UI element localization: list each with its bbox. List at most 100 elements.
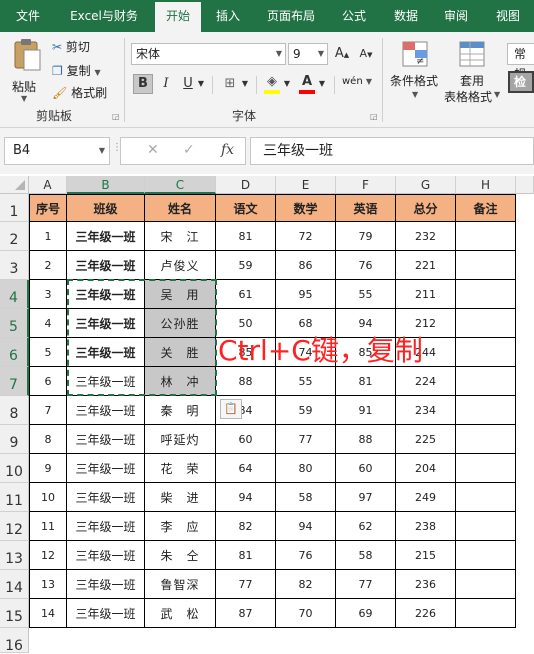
table-cell[interactable]: 94 [276, 512, 336, 541]
table-header-cell[interactable]: 总分 [396, 194, 456, 222]
row-header-14[interactable]: 14 [0, 570, 29, 599]
table-cell[interactable]: 249 [396, 483, 456, 512]
increase-font-size-button[interactable]: A▲ [332, 44, 352, 64]
table-cell[interactable]: 72 [276, 222, 336, 251]
tab-excel-finance[interactable]: Excel与财务 [62, 0, 146, 32]
row-header-5[interactable]: 5 [0, 309, 29, 338]
table-cell[interactable]: 87 [216, 599, 276, 628]
table-cell[interactable] [456, 454, 516, 483]
table-cell[interactable]: 秦 明 [145, 396, 216, 425]
format-painter-button[interactable]: 🖌 格式刷 [52, 84, 107, 101]
table-cell[interactable]: 9 [29, 454, 67, 483]
table-cell[interactable]: 10 [29, 483, 67, 512]
table-cell[interactable]: 3 [29, 280, 67, 309]
table-cell[interactable]: 80 [276, 454, 336, 483]
column-header-h[interactable]: H [456, 176, 516, 194]
table-cell[interactable]: 236 [396, 570, 456, 599]
table-cell[interactable]: 81 [216, 222, 276, 251]
fill-color-button[interactable]: ◈ [262, 72, 282, 94]
table-cell[interactable]: 三年级一班 [67, 222, 145, 251]
table-header-cell[interactable]: 序号 [29, 194, 67, 222]
tab-review[interactable]: 审阅 [434, 0, 478, 32]
table-cell[interactable]: 82 [216, 512, 276, 541]
table-header-cell[interactable]: 数学 [276, 194, 336, 222]
column-header-g[interactable]: G [396, 176, 456, 194]
table-cell[interactable]: 60 [216, 425, 276, 454]
number-format-select[interactable]: 常规 [507, 43, 534, 81]
font-size-select[interactable]: 9 ▼ [288, 43, 328, 65]
table-cell[interactable]: 林 冲 [145, 367, 216, 396]
table-cell[interactable]: 82 [276, 570, 336, 599]
column-header-e[interactable]: E [276, 176, 336, 194]
table-cell[interactable]: 三年级一班 [67, 338, 145, 367]
bold-button[interactable]: B [133, 74, 153, 94]
borders-dropdown[interactable]: ▼ [240, 74, 250, 94]
table-cell[interactable]: 58 [336, 541, 396, 570]
table-cell[interactable]: 86 [276, 251, 336, 280]
table-cell[interactable]: 6 [29, 367, 67, 396]
table-cell[interactable]: 三年级一班 [67, 483, 145, 512]
row-header-10[interactable]: 10 [0, 454, 29, 483]
table-cell[interactable]: 76 [276, 541, 336, 570]
table-cell[interactable]: 卢俊义 [145, 251, 216, 280]
format-as-table-button[interactable]: 套用 表格格式 ▼ [444, 38, 502, 108]
font-name-select[interactable]: 宋体 ▼ [131, 43, 286, 65]
table-cell[interactable]: 224 [396, 367, 456, 396]
table-cell[interactable]: 211 [396, 280, 456, 309]
decrease-font-size-button[interactable]: A▼ [356, 44, 376, 64]
table-header-cell[interactable]: 班级 [67, 194, 145, 222]
table-cell[interactable]: 三年级一班 [67, 251, 145, 280]
table-cell[interactable]: 李 应 [145, 512, 216, 541]
font-color-button[interactable]: A [297, 72, 317, 94]
row-header-16[interactable]: 16 [0, 628, 29, 654]
table-cell[interactable]: 三年级一班 [67, 512, 145, 541]
column-header-d[interactable]: D [216, 176, 276, 194]
table-cell[interactable] [456, 309, 516, 338]
table-cell[interactable] [456, 338, 516, 367]
table-cell[interactable] [456, 396, 516, 425]
table-cell[interactable]: 70 [276, 599, 336, 628]
table-cell[interactable]: 鲁智深 [145, 570, 216, 599]
column-header-overflow[interactable] [516, 176, 534, 194]
tab-page-layout[interactable]: 页面布局 [258, 0, 324, 32]
table-cell[interactable]: 三年级一班 [67, 570, 145, 599]
table-cell[interactable]: 关 胜 [145, 338, 216, 367]
table-cell[interactable]: 221 [396, 251, 456, 280]
formula-input[interactable]: 三年级一班 [250, 137, 534, 165]
table-cell[interactable]: 97 [336, 483, 396, 512]
row-header-3[interactable]: 3 [0, 251, 29, 280]
table-cell[interactable]: 215 [396, 541, 456, 570]
table-cell[interactable]: 225 [396, 425, 456, 454]
table-cell[interactable]: 三年级一班 [67, 367, 145, 396]
row-header-7[interactable]: 7 [0, 367, 29, 396]
table-cell[interactable]: 三年级一班 [67, 599, 145, 628]
table-cell[interactable]: 朱 仝 [145, 541, 216, 570]
table-cell[interactable]: 公孙胜 [145, 309, 216, 338]
table-cell[interactable]: 8 [29, 425, 67, 454]
column-header-a[interactable]: A [29, 176, 67, 194]
table-cell[interactable]: 95 [276, 280, 336, 309]
table-cell[interactable]: 69 [336, 599, 396, 628]
table-cell[interactable]: 58 [276, 483, 336, 512]
table-cell[interactable]: 三年级一班 [67, 454, 145, 483]
row-header-15[interactable]: 15 [0, 599, 29, 628]
table-cell[interactable]: 花 荣 [145, 454, 216, 483]
cancel-icon[interactable]: ✕ [147, 142, 159, 158]
table-cell[interactable]: 62 [336, 512, 396, 541]
table-cell[interactable]: 60 [336, 454, 396, 483]
table-cell[interactable]: 226 [396, 599, 456, 628]
italic-button[interactable]: I [156, 74, 176, 94]
dialog-launcher-icon[interactable]: ◲ [112, 112, 120, 121]
table-cell[interactable]: 13 [29, 570, 67, 599]
name-box[interactable]: B4 ▼ [4, 137, 110, 165]
row-header-11[interactable]: 11 [0, 483, 29, 512]
table-cell[interactable] [456, 541, 516, 570]
table-cell[interactable]: 12 [29, 541, 67, 570]
row-header-2[interactable]: 2 [0, 222, 29, 251]
paste-options-icon[interactable]: 📋 [220, 399, 242, 419]
fill-color-dropdown[interactable]: ▼ [282, 74, 292, 94]
table-cell[interactable]: 5 [29, 338, 67, 367]
select-all-corner[interactable] [0, 176, 29, 194]
paste-button[interactable]: 粘贴 ▼ [6, 38, 46, 103]
table-cell[interactable]: 4 [29, 309, 67, 338]
